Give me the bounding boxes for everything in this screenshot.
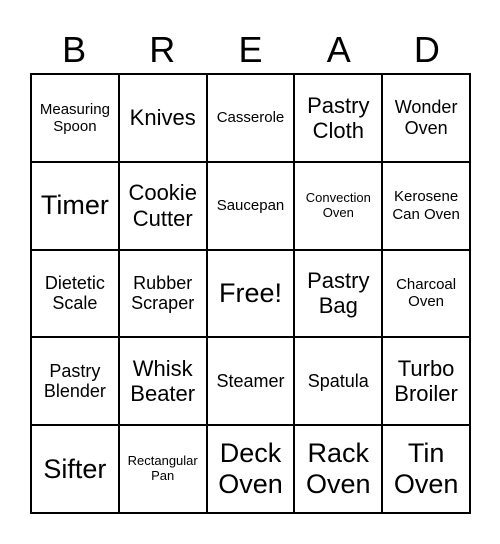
header-letter: A xyxy=(326,29,351,70)
bingo-cell[interactable]: Sifter xyxy=(31,425,119,513)
bingo-cell[interactable]: Turbo Broiler xyxy=(382,337,470,426)
bingo-grid: Measuring Spoon Knives Casserole Pastry … xyxy=(30,73,471,514)
bingo-cell[interactable]: Rectangular Pan xyxy=(118,425,207,513)
bingo-cell[interactable]: Dietetic Scale xyxy=(31,249,119,338)
header-letter: R xyxy=(149,29,176,70)
bingo-cell[interactable]: Wonder Oven xyxy=(382,74,470,162)
bingo-cell[interactable]: Convection Oven xyxy=(294,161,383,250)
header-letter: B xyxy=(62,29,87,70)
bingo-cell[interactable]: Spatula xyxy=(294,337,383,426)
header-letter: E xyxy=(238,29,263,70)
bingo-cell[interactable]: Kerosene Can Oven xyxy=(382,161,470,250)
bingo-cell[interactable]: Saucepan xyxy=(206,161,295,250)
bingo-cell[interactable]: Steamer xyxy=(206,337,295,426)
free-cell[interactable]: Free! xyxy=(206,249,295,338)
bingo-cell[interactable]: Pastry Bag xyxy=(294,249,383,338)
bingo-cell[interactable]: Charcoal Oven xyxy=(382,249,470,338)
bingo-cell[interactable]: Cookie Cutter xyxy=(118,161,207,250)
bingo-cell[interactable]: Pastry Cloth xyxy=(294,74,383,162)
bingo-cell[interactable]: Deck Oven xyxy=(206,425,295,513)
header-letter: D xyxy=(413,29,440,70)
bingo-cell[interactable]: Rubber Scraper xyxy=(118,249,207,338)
bingo-header: B R E A D xyxy=(30,28,471,72)
bingo-cell[interactable]: Casserole xyxy=(206,74,295,162)
bingo-cell[interactable]: Pastry Blender xyxy=(31,337,119,426)
bingo-cell[interactable]: Tin Oven xyxy=(382,425,470,513)
bingo-cell[interactable]: Measuring Spoon xyxy=(31,74,119,162)
bingo-cell[interactable]: Whisk Beater xyxy=(118,337,207,426)
bingo-cell[interactable]: Knives xyxy=(118,74,207,162)
bingo-cell[interactable]: Rack Oven xyxy=(294,425,383,513)
bingo-cell[interactable]: Timer xyxy=(31,161,119,250)
